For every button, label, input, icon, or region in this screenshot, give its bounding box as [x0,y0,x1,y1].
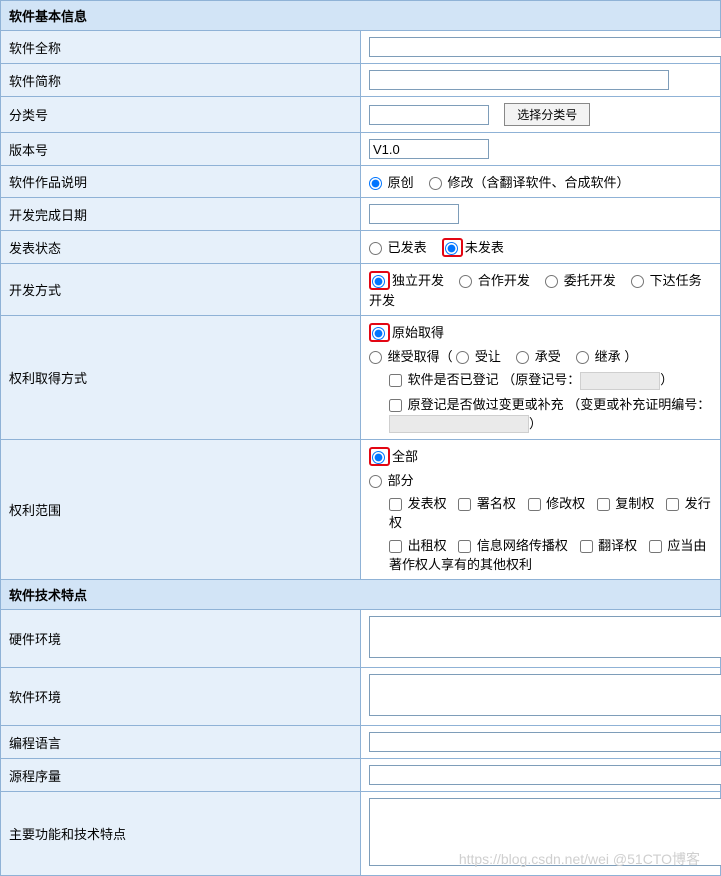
radio-published-label: 已发表 [388,240,427,255]
radio-scope-partial-label: 部分 [388,473,414,488]
label-version: 版本号 [1,133,361,166]
radio-original-label: 原创 [388,175,414,190]
radio-original[interactable]: 原创 [369,175,414,190]
input-source-size[interactable] [369,765,721,785]
chk-copy-right[interactable]: 复制权 [597,496,655,511]
label-rights-scope: 权利范围 [1,440,361,580]
radio-dev-solo-input[interactable] [372,275,385,288]
label-full-name: 软件全称 [1,31,361,64]
radio-scope-partial[interactable]: 部分 [369,473,414,488]
cell-language [361,726,721,759]
radio-sub-transfer[interactable]: 受让 [456,349,501,364]
cell-rights-obtain: 原始取得 继受取得（ 受让 承受 继承 ） 软件是否已登记 （原登记号： ） 原登… [361,316,721,440]
radio-dev-collab-label: 合作开发 [478,273,530,288]
input-version[interactable] [369,139,489,159]
radio-dev-commission-label: 委托开发 [564,273,616,288]
chk-publish-right[interactable]: 发表权 [389,496,447,511]
cell-work-desc: 原创 修改（含翻译软件、合成软件） [361,166,721,198]
radio-scope-all-input[interactable] [372,451,385,464]
label-software: 软件环境 [1,668,361,726]
radio-sub-inherit[interactable]: 继承 [576,349,621,364]
radio-sub-transfer-label: 受让 [475,349,501,364]
chk-sign-right[interactable]: 署名权 [458,496,516,511]
cell-complete-date [361,198,721,231]
input-complete-date[interactable] [369,204,459,224]
radio-sub-bear-label: 承受 [535,349,561,364]
radio-dev-collab[interactable]: 合作开发 [459,273,530,288]
cell-short-name [361,64,721,97]
section-tech-features: 软件技术特点 [1,580,721,610]
cell-hardware [361,610,721,668]
cell-source-size [361,759,721,792]
radio-sub-inherit-label: 继承 [595,349,621,364]
cell-category: 选择分类号 [361,97,721,133]
text-close-paren-3: ） [529,416,542,431]
label-rights-obtain: 权利取得方式 [1,316,361,440]
cell-rights-scope: 全部 部分 发表权 署名权 修改权 复制权 发行权 出租权 信息网络传播权 翻译… [361,440,721,580]
input-language[interactable] [369,732,721,752]
chk-network-right[interactable]: 信息网络传播权 [458,538,568,553]
cell-software [361,668,721,726]
chk-translate-right[interactable]: 翻译权 [580,538,638,553]
radio-sub-bear[interactable]: 承受 [516,349,561,364]
label-hardware: 硬件环境 [1,610,361,668]
radio-dev-solo-label: 独立开发 [392,273,444,288]
radio-original-obtain-label: 原始取得 [392,325,444,340]
chk-modify-right[interactable]: 修改权 [528,496,586,511]
textarea-features[interactable] [369,798,721,866]
radio-modified-label: 修改（含翻译软件、合成软件） [448,175,630,190]
label-category: 分类号 [1,97,361,133]
chk-rent-right[interactable]: 出租权 [389,538,447,553]
text-close-paren-1: ） [624,349,637,364]
cell-version [361,133,721,166]
cell-features: https://blog.csdn.net/wei @51CTO博客 [361,792,721,876]
radio-dev-commission[interactable]: 委托开发 [545,273,616,288]
radio-published[interactable]: 已发表 [369,240,427,255]
chk-changed[interactable]: 原登记是否做过变更或补充 （变更或补充证明编号： [389,397,710,412]
radio-modified[interactable]: 修改（含翻译软件、合成软件） [429,175,630,190]
chk-registered[interactable]: 软件是否已登记 （原登记号： [389,372,580,387]
cell-publish-status: 已发表 未发表 [361,231,721,264]
label-complete-date: 开发完成日期 [1,198,361,231]
cell-full-name [361,31,721,64]
textarea-software[interactable] [369,674,721,716]
label-features: 主要功能和技术特点 [1,792,361,876]
radio-inherit-obtain[interactable]: 继受取得（ [369,349,453,364]
section-basic-info: 软件基本信息 [1,1,721,31]
radio-original-obtain-input[interactable] [372,327,385,340]
label-source-size: 源程序量 [1,759,361,792]
radio-inherit-obtain-label: 继受取得（ [388,349,453,364]
label-dev-mode: 开发方式 [1,264,361,316]
textarea-hardware[interactable] [369,616,721,658]
label-work-desc: 软件作品说明 [1,166,361,198]
input-full-name[interactable] [369,37,721,57]
box-reg-no [580,372,660,390]
input-category[interactable] [369,105,489,125]
label-language: 编程语言 [1,726,361,759]
label-short-name: 软件简称 [1,64,361,97]
cell-dev-mode: 独立开发 合作开发 委托开发 下达任务开发 [361,264,721,316]
label-publish-status: 发表状态 [1,231,361,264]
input-short-name[interactable] [369,70,669,90]
button-select-category[interactable]: 选择分类号 [504,103,590,126]
box-change-no [389,415,529,433]
text-close-paren-2: ） [660,372,673,387]
radio-scope-all-label: 全部 [392,449,418,464]
radio-unpublished-label: 未发表 [465,240,504,255]
chk-registered-label: 软件是否已登记 （原登记号： [408,372,581,387]
radio-unpublished-input[interactable] [445,242,458,255]
chk-changed-label: 原登记是否做过变更或补充 （变更或补充证明编号： [408,397,711,412]
